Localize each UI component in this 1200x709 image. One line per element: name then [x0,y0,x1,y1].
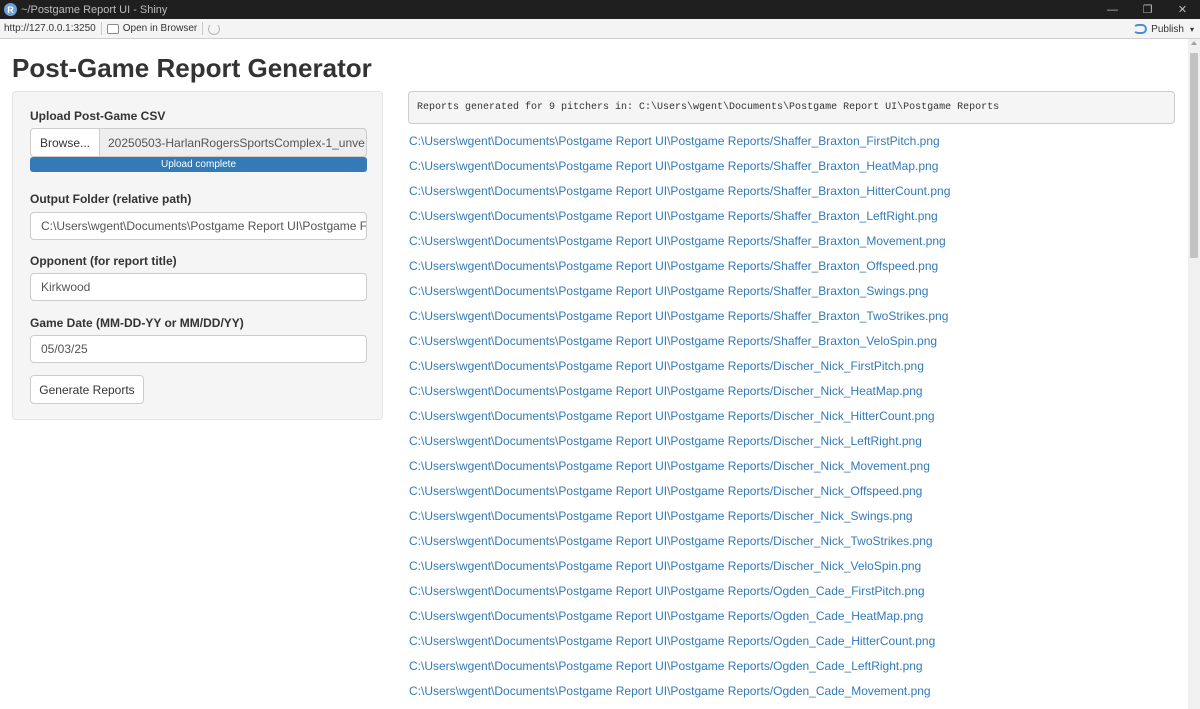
chevron-down-icon: ▾ [1189,24,1194,34]
open-in-browser-label: Open in Browser [122,23,198,34]
report-link[interactable]: C:\Users\wgent\Documents\Postgame Report… [409,232,1179,257]
window-title: ~/Postgame Report UI - Shiny [21,3,168,16]
report-link[interactable]: C:\Users\wgent\Documents\Postgame Report… [409,157,1179,182]
generate-reports-button[interactable]: Generate Reports [30,375,144,404]
report-links-list: C:\Users\wgent\Documents\Postgame Report… [409,132,1179,707]
sidebar-panel: Upload Post-Game CSV Browse... 20250503-… [12,91,383,420]
report-link[interactable]: C:\Users\wgent\Documents\Postgame Report… [409,657,1179,682]
close-button[interactable]: ✕ [1165,0,1200,19]
upload-progress-bar: Upload complete [30,157,367,172]
output-folder-input[interactable]: C:\Users\wgent\Documents\Postgame Report… [30,212,367,240]
game-date-label: Game Date (MM-DD-YY or MM/DD/YY) [30,316,244,330]
window-controls: — ❐ ✕ [1095,0,1200,19]
report-link[interactable]: C:\Users\wgent\Documents\Postgame Report… [409,582,1179,607]
report-link[interactable]: C:\Users\wgent\Documents\Postgame Report… [409,632,1179,657]
report-link[interactable]: C:\Users\wgent\Documents\Postgame Report… [409,307,1179,332]
report-link[interactable]: C:\Users\wgent\Documents\Postgame Report… [409,207,1179,232]
viewer-toolbar: http://127.0.0.1:3250 Open in Browser Pu… [0,19,1200,39]
open-in-browser-button[interactable]: Open in Browser [106,23,198,34]
refresh-icon[interactable] [208,22,221,35]
report-link[interactable]: C:\Users\wgent\Documents\Postgame Report… [409,282,1179,307]
report-link[interactable]: C:\Users\wgent\Documents\Postgame Report… [409,357,1179,382]
report-link[interactable]: C:\Users\wgent\Documents\Postgame Report… [409,532,1179,557]
publish-icon [1133,24,1148,34]
report-link[interactable]: C:\Users\wgent\Documents\Postgame Report… [409,432,1179,457]
report-link[interactable]: C:\Users\wgent\Documents\Postgame Report… [409,482,1179,507]
vertical-scrollbar[interactable] [1188,39,1200,709]
report-link[interactable]: C:\Users\wgent\Documents\Postgame Report… [409,257,1179,282]
game-date-input[interactable]: 05/03/25 [30,335,367,363]
page-title: Post-Game Report Generator [12,53,372,83]
file-upload-group: Browse... 20250503-HarlanRogersSportsCom… [30,128,367,157]
scrollbar-thumb[interactable] [1190,53,1198,258]
toolbar-divider [100,22,102,35]
file-name-field: 20250503-HarlanRogersSportsComplex-1_unv… [100,128,367,157]
opponent-input[interactable]: Kirkwood [30,273,367,301]
publish-button[interactable]: Publish ▾ [1133,19,1194,39]
upload-csv-label: Upload Post-Game CSV [30,109,166,123]
report-link[interactable]: C:\Users\wgent\Documents\Postgame Report… [409,557,1179,582]
toolbar-divider [202,22,204,35]
opponent-label: Opponent (for report title) [30,254,177,268]
report-link[interactable]: C:\Users\wgent\Documents\Postgame Report… [409,682,1179,707]
publish-label: Publish [1151,23,1184,35]
report-link[interactable]: C:\Users\wgent\Documents\Postgame Report… [409,182,1179,207]
report-link[interactable]: C:\Users\wgent\Documents\Postgame Report… [409,382,1179,407]
report-link[interactable]: C:\Users\wgent\Documents\Postgame Report… [409,457,1179,482]
url-text: http://127.0.0.1:3250 [4,23,96,34]
output-folder-label: Output Folder (relative path) [30,192,192,206]
browse-button[interactable]: Browse... [30,128,100,157]
report-link[interactable]: C:\Users\wgent\Documents\Postgame Report… [409,507,1179,532]
browser-window-icon [106,23,119,34]
minimize-button[interactable]: — [1095,0,1130,19]
rstudio-app-icon: R [4,3,17,16]
report-link[interactable]: C:\Users\wgent\Documents\Postgame Report… [409,407,1179,432]
report-link[interactable]: C:\Users\wgent\Documents\Postgame Report… [409,607,1179,632]
report-link[interactable]: C:\Users\wgent\Documents\Postgame Report… [409,132,1179,157]
restore-button[interactable]: ❐ [1130,0,1165,19]
status-output: Reports generated for 9 pitchers in: C:\… [408,91,1175,124]
report-link[interactable]: C:\Users\wgent\Documents\Postgame Report… [409,332,1179,357]
scroll-up-arrow-icon[interactable] [1191,41,1197,45]
window-titlebar: R ~/Postgame Report UI - Shiny — ❐ ✕ [0,0,1200,19]
